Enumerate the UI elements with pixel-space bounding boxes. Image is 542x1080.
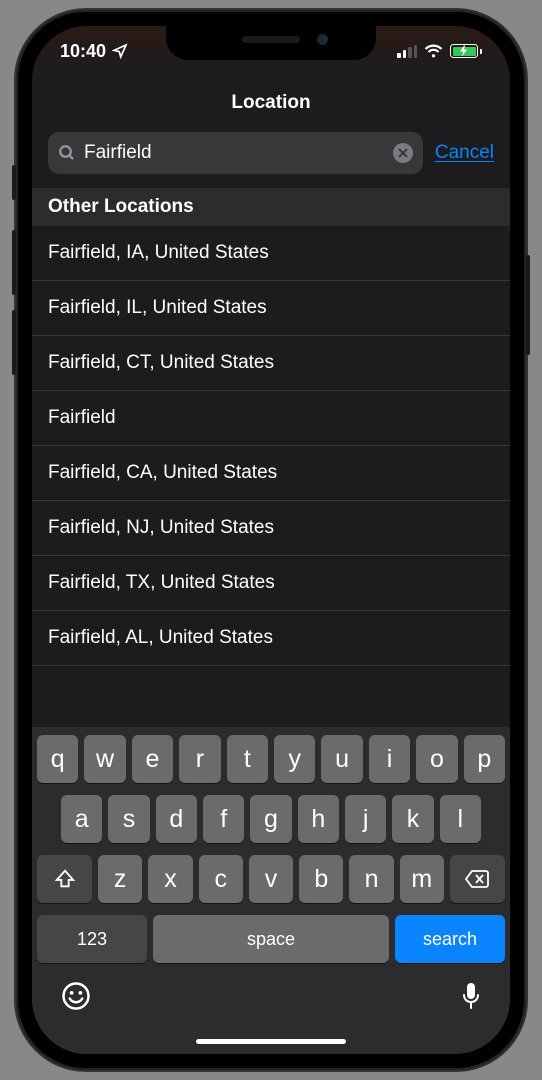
key-s[interactable]: s	[108, 795, 149, 843]
clear-icon[interactable]	[393, 143, 413, 163]
key-n[interactable]: n	[349, 855, 393, 903]
backspace-key[interactable]	[450, 855, 505, 903]
cellular-signal-icon	[397, 45, 417, 58]
key-j[interactable]: j	[345, 795, 386, 843]
status-time: 10:40	[60, 41, 106, 62]
key-t[interactable]: t	[227, 735, 268, 783]
power-button	[526, 255, 530, 355]
numbers-key[interactable]: 123	[37, 915, 147, 963]
silent-switch	[12, 165, 16, 200]
home-indicator[interactable]	[196, 1039, 346, 1044]
results-list[interactable]: Fairfield, IA, United States Fairfield, …	[32, 226, 510, 666]
shift-key[interactable]	[37, 855, 92, 903]
key-q[interactable]: q	[37, 735, 78, 783]
cancel-button[interactable]: Cancel	[435, 142, 494, 164]
key-a[interactable]: a	[61, 795, 102, 843]
list-item[interactable]: Fairfield, IA, United States	[32, 226, 510, 281]
phone-frame: 10:40 Loca	[16, 10, 526, 1070]
screen: 10:40 Loca	[32, 26, 510, 1054]
search-input[interactable]	[84, 142, 385, 164]
key-g[interactable]: g	[250, 795, 291, 843]
key-b[interactable]: b	[299, 855, 343, 903]
search-field[interactable]	[48, 132, 423, 174]
list-item[interactable]: Fairfield, IL, United States	[32, 281, 510, 336]
key-x[interactable]: x	[148, 855, 192, 903]
status-right	[397, 44, 482, 58]
keyboard-tools	[37, 973, 505, 1048]
status-left: 10:40	[60, 41, 128, 62]
search-row: Cancel	[32, 132, 510, 188]
keyboard-row-4: 123 space search	[37, 915, 505, 963]
key-y[interactable]: y	[274, 735, 315, 783]
volume-up-button	[12, 230, 16, 295]
keyboard-row-2: a s d f g h j k l	[37, 795, 505, 843]
key-o[interactable]: o	[416, 735, 457, 783]
key-f[interactable]: f	[203, 795, 244, 843]
list-item[interactable]: Fairfield, CA, United States	[32, 446, 510, 501]
keyboard: q w e r t y u i o p a s d f g h j k l	[32, 727, 510, 1054]
battery-icon	[450, 44, 482, 58]
list-item[interactable]: Fairfield, AL, United States	[32, 611, 510, 666]
space-key[interactable]: space	[153, 915, 389, 963]
key-k[interactable]: k	[392, 795, 433, 843]
keyboard-row-1: q w e r t y u i o p	[37, 735, 505, 783]
shift-icon	[54, 868, 76, 890]
dictation-button[interactable]	[461, 981, 481, 1018]
list-item[interactable]: Fairfield, NJ, United States	[32, 501, 510, 556]
list-item[interactable]: Fairfield	[32, 391, 510, 446]
page-title: Location	[32, 76, 510, 132]
emoji-icon	[61, 981, 91, 1011]
volume-down-button	[12, 310, 16, 375]
key-u[interactable]: u	[321, 735, 362, 783]
key-i[interactable]: i	[369, 735, 410, 783]
key-e[interactable]: e	[132, 735, 173, 783]
key-d[interactable]: d	[156, 795, 197, 843]
section-header: Other Locations	[32, 188, 510, 226]
backspace-icon	[464, 869, 490, 889]
search-key[interactable]: search	[395, 915, 505, 963]
key-w[interactable]: w	[84, 735, 125, 783]
list-item[interactable]: Fairfield, CT, United States	[32, 336, 510, 391]
key-m[interactable]: m	[400, 855, 444, 903]
search-icon	[58, 144, 76, 162]
key-h[interactable]: h	[298, 795, 339, 843]
mic-icon	[461, 981, 481, 1011]
key-l[interactable]: l	[440, 795, 481, 843]
key-z[interactable]: z	[98, 855, 142, 903]
location-arrow-icon	[112, 43, 128, 59]
key-r[interactable]: r	[179, 735, 220, 783]
key-v[interactable]: v	[249, 855, 293, 903]
keyboard-row-3: z x c v b n m	[37, 855, 505, 903]
device-notch	[166, 26, 376, 60]
wifi-icon	[424, 44, 443, 58]
key-p[interactable]: p	[464, 735, 505, 783]
emoji-button[interactable]	[61, 981, 91, 1018]
list-item[interactable]: Fairfield, TX, United States	[32, 556, 510, 611]
key-c[interactable]: c	[199, 855, 243, 903]
